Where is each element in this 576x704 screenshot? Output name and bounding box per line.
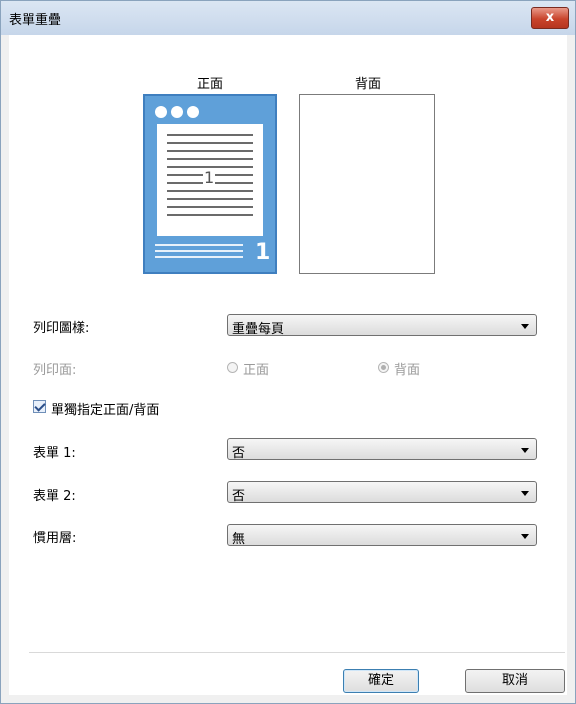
form2-value: 否 xyxy=(232,489,246,504)
chevron-down-icon xyxy=(521,448,529,453)
front-preview-label: 正面 xyxy=(197,77,224,92)
print-side-front-radio[interactable] xyxy=(227,362,238,373)
footer-line xyxy=(155,256,243,258)
dialog-body: 正面 背面 1 1 列印圖樣: 重疊每頁 列印面: 正面 背面 單獨指定正面/背… xyxy=(9,35,567,695)
cancel-button[interactable]: 取消 xyxy=(465,669,565,693)
separate-front-back-checkbox[interactable] xyxy=(33,400,46,413)
print-side-back-label: 背面 xyxy=(394,363,421,378)
close-icon: x xyxy=(545,10,555,25)
form1-value: 否 xyxy=(232,446,246,461)
dot-icon xyxy=(155,106,167,118)
form1-select[interactable]: 否 xyxy=(227,438,537,461)
print-pattern-value: 重疊每頁 xyxy=(232,322,285,337)
text-line xyxy=(167,158,253,160)
chevron-down-icon xyxy=(521,534,529,539)
text-line xyxy=(167,190,253,192)
text-line xyxy=(167,198,253,200)
chevron-down-icon xyxy=(521,491,529,496)
ok-button[interactable]: 確定 xyxy=(343,669,419,693)
custom-layer-value: 無 xyxy=(232,532,246,547)
text-line xyxy=(167,134,253,136)
footer-divider xyxy=(29,652,565,653)
print-side-front-label: 正面 xyxy=(243,363,270,378)
window-title: 表單重疊 xyxy=(9,13,62,28)
text-line xyxy=(167,206,253,208)
custom-layer-label: 慣用層: xyxy=(33,531,77,546)
text-line xyxy=(167,142,253,144)
page-number: 1 xyxy=(203,168,216,187)
form2-label: 表單 2: xyxy=(33,489,76,504)
footer-line xyxy=(155,250,243,252)
print-side-label: 列印面: xyxy=(33,363,77,378)
print-side-back-radio[interactable] xyxy=(378,362,389,373)
title-bar: 表單重疊 x xyxy=(1,1,575,35)
page-badge-number: 1 xyxy=(255,240,271,265)
overlay-page-thumbnail: 1 xyxy=(157,124,263,236)
front-page-preview: 1 1 xyxy=(143,94,277,274)
chevron-down-icon xyxy=(521,324,529,329)
text-line xyxy=(167,150,253,152)
separate-front-back-label: 單獨指定正面/背面 xyxy=(51,403,160,418)
back-page-preview xyxy=(299,94,435,274)
custom-layer-select[interactable]: 無 xyxy=(227,524,537,547)
close-button[interactable]: x xyxy=(531,7,569,29)
ok-button-label: 確定 xyxy=(367,673,394,688)
footer-line xyxy=(155,244,243,246)
dot-icon xyxy=(171,106,183,118)
cancel-button-label: 取消 xyxy=(501,673,528,688)
form1-label: 表單 1: xyxy=(33,446,76,461)
print-pattern-label: 列印圖樣: xyxy=(33,321,90,336)
print-pattern-select[interactable]: 重疊每頁 xyxy=(227,314,537,337)
text-line xyxy=(167,214,253,216)
form2-select[interactable]: 否 xyxy=(227,481,537,504)
back-preview-label: 背面 xyxy=(355,77,382,92)
dot-icon xyxy=(187,106,199,118)
form-overlay-dialog: 表單重疊 x 正面 背面 1 1 列印圖樣: 重疊每頁 列印面: 正面 背面 單… xyxy=(0,0,576,704)
